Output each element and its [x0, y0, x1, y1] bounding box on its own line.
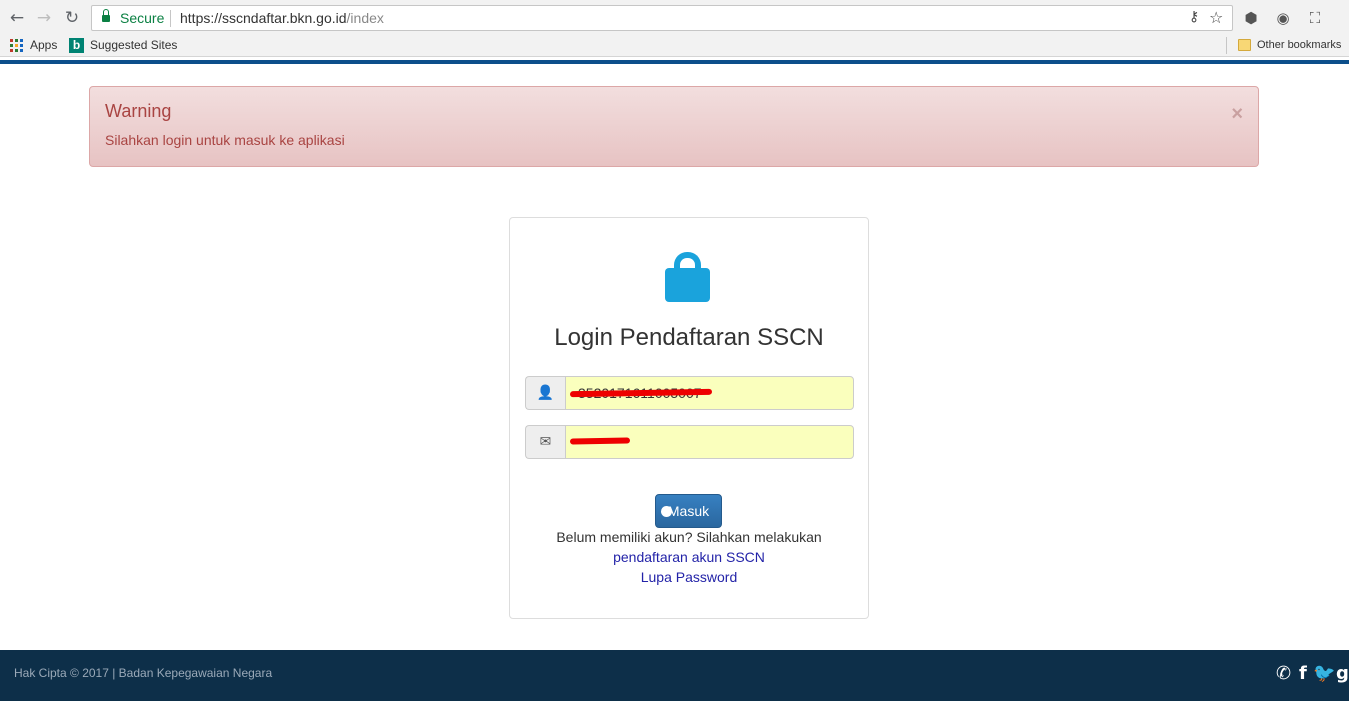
- secure-lock-icon: [102, 9, 110, 23]
- password-group: ✉: [525, 425, 854, 459]
- facebook-icon[interactable]: f: [1299, 664, 1307, 684]
- close-icon[interactable]: ×: [1231, 104, 1243, 124]
- bookmark-suggested-sites[interactable]: Suggested Sites: [90, 38, 177, 52]
- redaction-mark: [569, 437, 631, 445]
- twitter-icon[interactable]: 🐦: [1313, 664, 1335, 684]
- extension-cube-icon[interactable]: ⬢: [1241, 8, 1261, 28]
- register-help-text: Belum memiliki akun? Silahkan melakukan: [556, 529, 822, 545]
- address-bar[interactable]: Secure https://sscndaftar.bkn.go.id/inde…: [91, 5, 1233, 31]
- lock-icon: [665, 252, 710, 302]
- google-plus-icon[interactable]: g: [1336, 664, 1349, 684]
- extension-circle-icon[interactable]: ◉: [1273, 8, 1293, 28]
- key-icon[interactable]: ⚷: [1189, 9, 1199, 25]
- username-group: 👤: [525, 376, 854, 410]
- bookmark-other[interactable]: Other bookmarks: [1257, 39, 1341, 51]
- extension-capture-icon[interactable]: ⛶: [1305, 8, 1325, 28]
- warning-alert: Warning Silahkan login untuk masuk ke ap…: [89, 86, 1259, 167]
- whatsapp-icon[interactable]: ✆: [1276, 664, 1291, 684]
- envelope-icon: ✉: [525, 425, 565, 459]
- bookmarks-separator: [1226, 37, 1227, 54]
- masuk-label: Masuk: [667, 503, 710, 519]
- forward-arrow-icon[interactable]: →: [33, 7, 55, 29]
- browser-toolbar: ← → ↻ Secure https://sscndaftar.bkn.go.i…: [0, 0, 1349, 35]
- bookmark-apps[interactable]: Apps: [30, 38, 57, 52]
- login-card: Login Pendaftaran SSCN 👤 ✉ Masuk Belum m…: [509, 217, 869, 619]
- secure-label: Secure: [120, 10, 165, 26]
- button-dot-icon: [661, 506, 672, 517]
- url-text[interactable]: https://sscndaftar.bkn.go.id/index: [180, 10, 384, 26]
- register-link[interactable]: pendaftaran akun SSCN: [510, 549, 868, 565]
- user-icon: 👤: [525, 376, 565, 410]
- alert-message: Silahkan login untuk masuk ke aplikasi: [105, 132, 345, 148]
- forgot-password-link[interactable]: Lupa Password: [510, 569, 868, 585]
- footer: Hak Cipta © 2017 | Badan Kepegawaian Neg…: [0, 650, 1349, 701]
- bookmarks-bar: Apps b Suggested Sites Other bookmarks: [0, 35, 1349, 57]
- url-path: /index: [346, 10, 384, 26]
- login-title: Login Pendaftaran SSCN: [554, 324, 824, 351]
- masuk-button[interactable]: Masuk: [655, 494, 722, 528]
- apps-grid-icon[interactable]: [10, 39, 23, 52]
- reload-icon[interactable]: ↻: [61, 7, 83, 29]
- bookmark-star-icon[interactable]: ☆: [1209, 8, 1223, 27]
- address-separator: [170, 10, 171, 27]
- back-arrow-icon[interactable]: ←: [6, 7, 28, 29]
- header-accent-bar: [0, 60, 1349, 64]
- bing-icon: b: [69, 38, 84, 53]
- alert-title: Warning: [105, 101, 172, 121]
- folder-icon: [1238, 39, 1251, 51]
- footer-copyright: Hak Cipta © 2017 | Badan Kepegawaian Neg…: [14, 666, 273, 680]
- url-host: https://sscndaftar.bkn.go.id: [180, 10, 347, 26]
